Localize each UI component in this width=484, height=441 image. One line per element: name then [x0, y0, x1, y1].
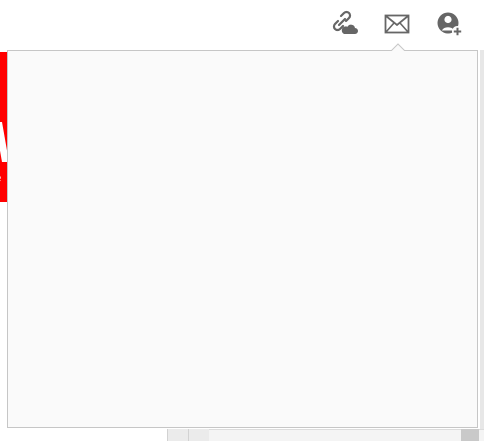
link-cloud-button[interactable] — [330, 10, 358, 38]
messages-button[interactable] — [383, 10, 411, 38]
scroll-left-button[interactable] — [167, 429, 188, 441]
header-toolbar — [0, 0, 484, 48]
scrollbar-thumb[interactable] — [461, 429, 479, 441]
scroll-right-button[interactable] — [188, 429, 209, 441]
page: e — [0, 0, 484, 441]
bottom-scroll-track[interactable] — [167, 429, 484, 441]
link-cloud-icon — [332, 10, 358, 34]
popup-caret — [391, 43, 405, 51]
add-contact-button[interactable] — [436, 10, 464, 38]
add-user-icon — [437, 12, 463, 37]
mail-icon — [384, 14, 410, 34]
messages-dropdown-panel — [7, 50, 478, 428]
page-right-edge — [480, 50, 484, 441]
